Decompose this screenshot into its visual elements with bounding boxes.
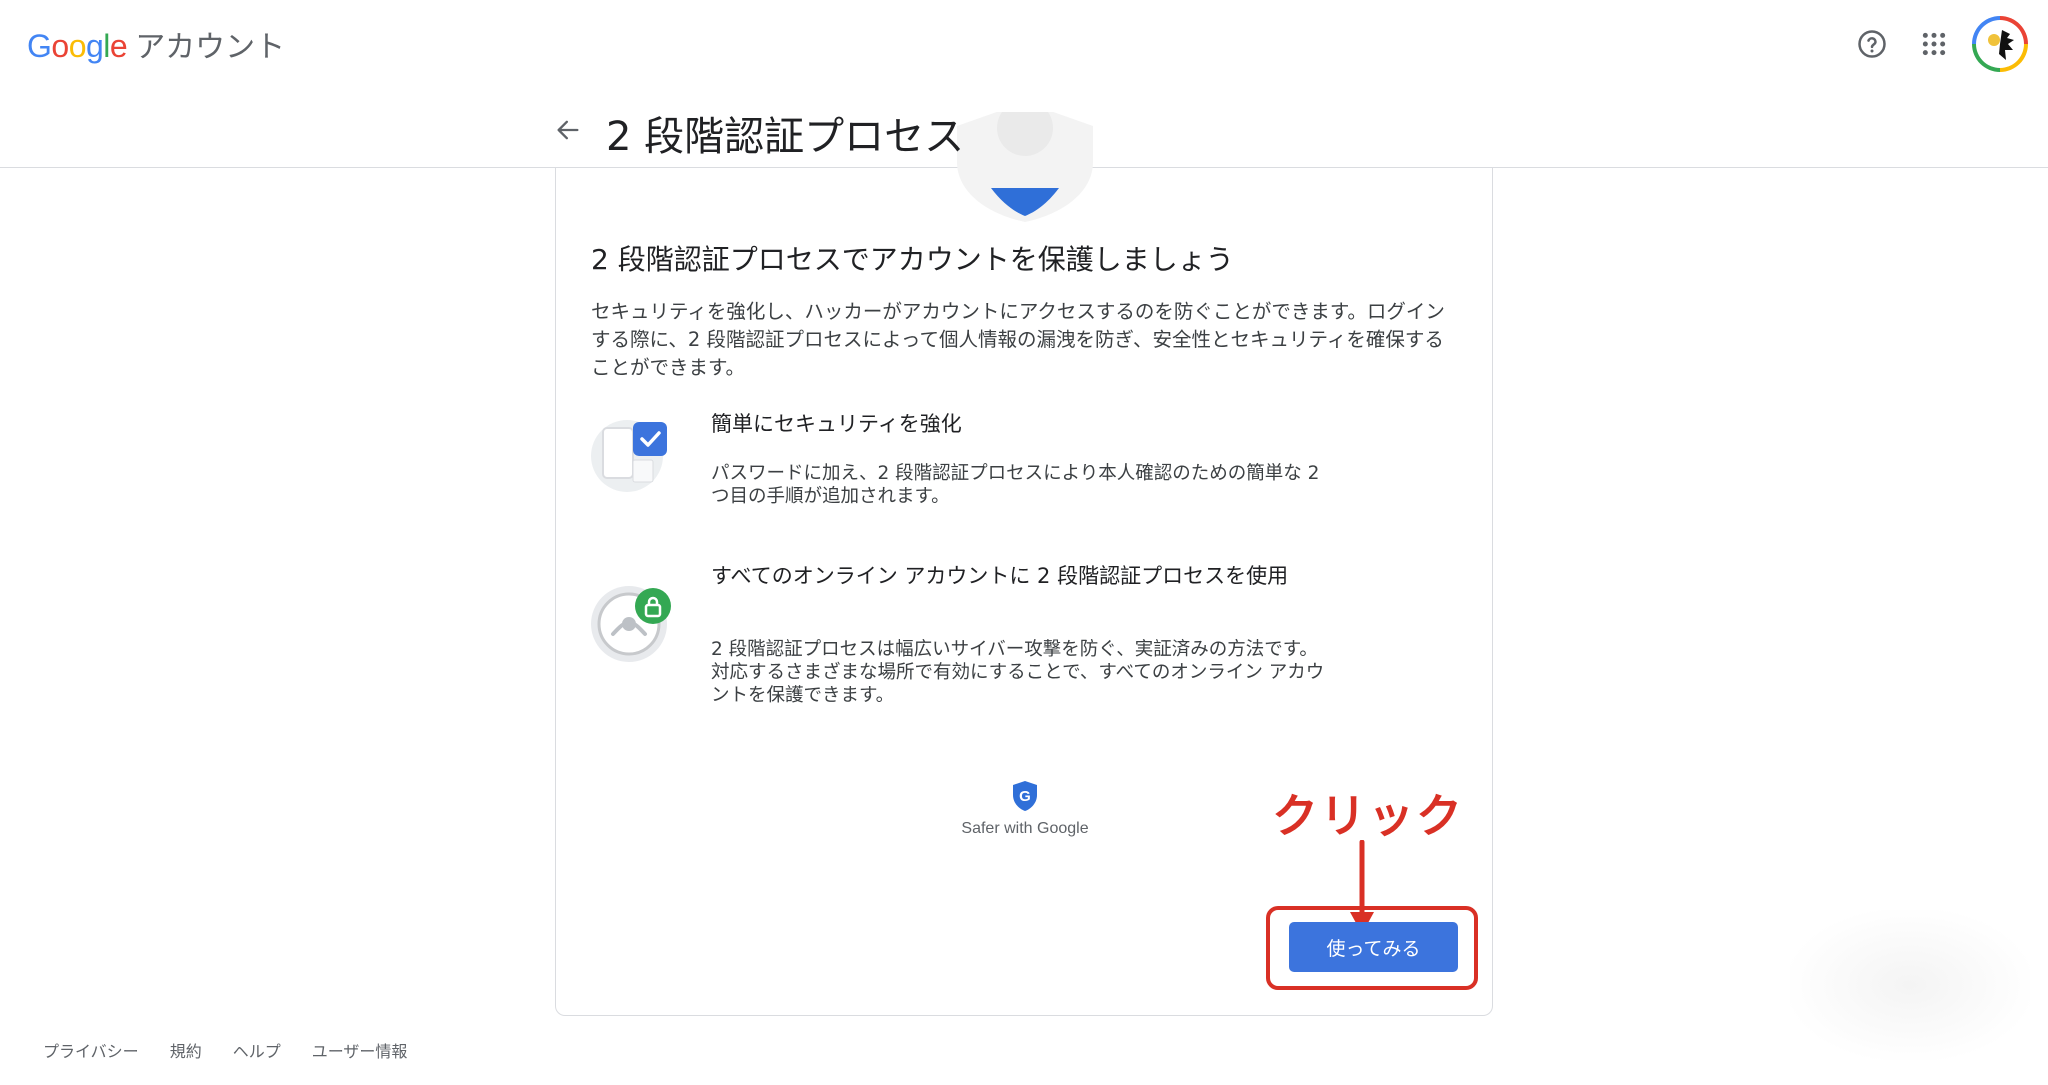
feature-title: すべてのオンライン アカウントに 2 段階認証プロセスを使用 bbox=[711, 564, 1289, 588]
footer-link-user-info[interactable]: ユーザー情報 bbox=[312, 1038, 408, 1062]
avatar[interactable] bbox=[1972, 16, 2028, 72]
footer-link-privacy[interactable]: プライバシー bbox=[43, 1038, 139, 1062]
page-title: 2 段階認証プロセス bbox=[606, 114, 965, 160]
footer-link-terms[interactable]: 規約 bbox=[170, 1038, 202, 1062]
card-heading: 2 段階認証プロセスでアカウントを保護しましょう bbox=[591, 243, 1234, 276]
google-shield-icon: G bbox=[1013, 781, 1037, 811]
footer: プライバシー 規約 ヘルプ ユーザー情報 bbox=[43, 1038, 438, 1062]
click-annotation-label: クリック bbox=[1272, 789, 1464, 843]
svg-text:G: G bbox=[1019, 788, 1031, 805]
footer-link-help[interactable]: ヘルプ bbox=[233, 1038, 281, 1062]
card-description: セキュリティを強化し、ハッカーがアカウントにアクセスするのを防ぐことができます。… bbox=[591, 300, 1445, 379]
google-account-logo[interactable]: Google アカウント bbox=[27, 22, 285, 66]
product-name: アカウント bbox=[135, 30, 286, 65]
redacted-area bbox=[1790, 910, 2030, 1060]
help-icon[interactable] bbox=[1842, 14, 1902, 74]
apps-grid-icon[interactable] bbox=[1904, 14, 1964, 74]
feature-title: 簡単にセキュリティを強化 bbox=[711, 412, 962, 436]
feature-description: 2 段階認証プロセスは幅広いサイバー攻撃を防ぐ、実証済みの方法です。対応するさま… bbox=[711, 639, 1325, 706]
feature-description: パスワードに加え、2 段階認証プロセスにより本人確認のための簡単な 2 つ目の手… bbox=[711, 463, 1320, 507]
page-header: 2 段階認証プロセス bbox=[0, 88, 2048, 222]
get-started-button[interactable]: 使ってみる bbox=[1289, 922, 1458, 972]
phone-check-icon bbox=[591, 410, 673, 492]
google-logo: Google bbox=[27, 28, 128, 64]
back-arrow-icon[interactable] bbox=[548, 110, 588, 150]
lock-icon bbox=[591, 582, 673, 664]
top-bar: Google アカウント bbox=[0, 0, 2048, 88]
